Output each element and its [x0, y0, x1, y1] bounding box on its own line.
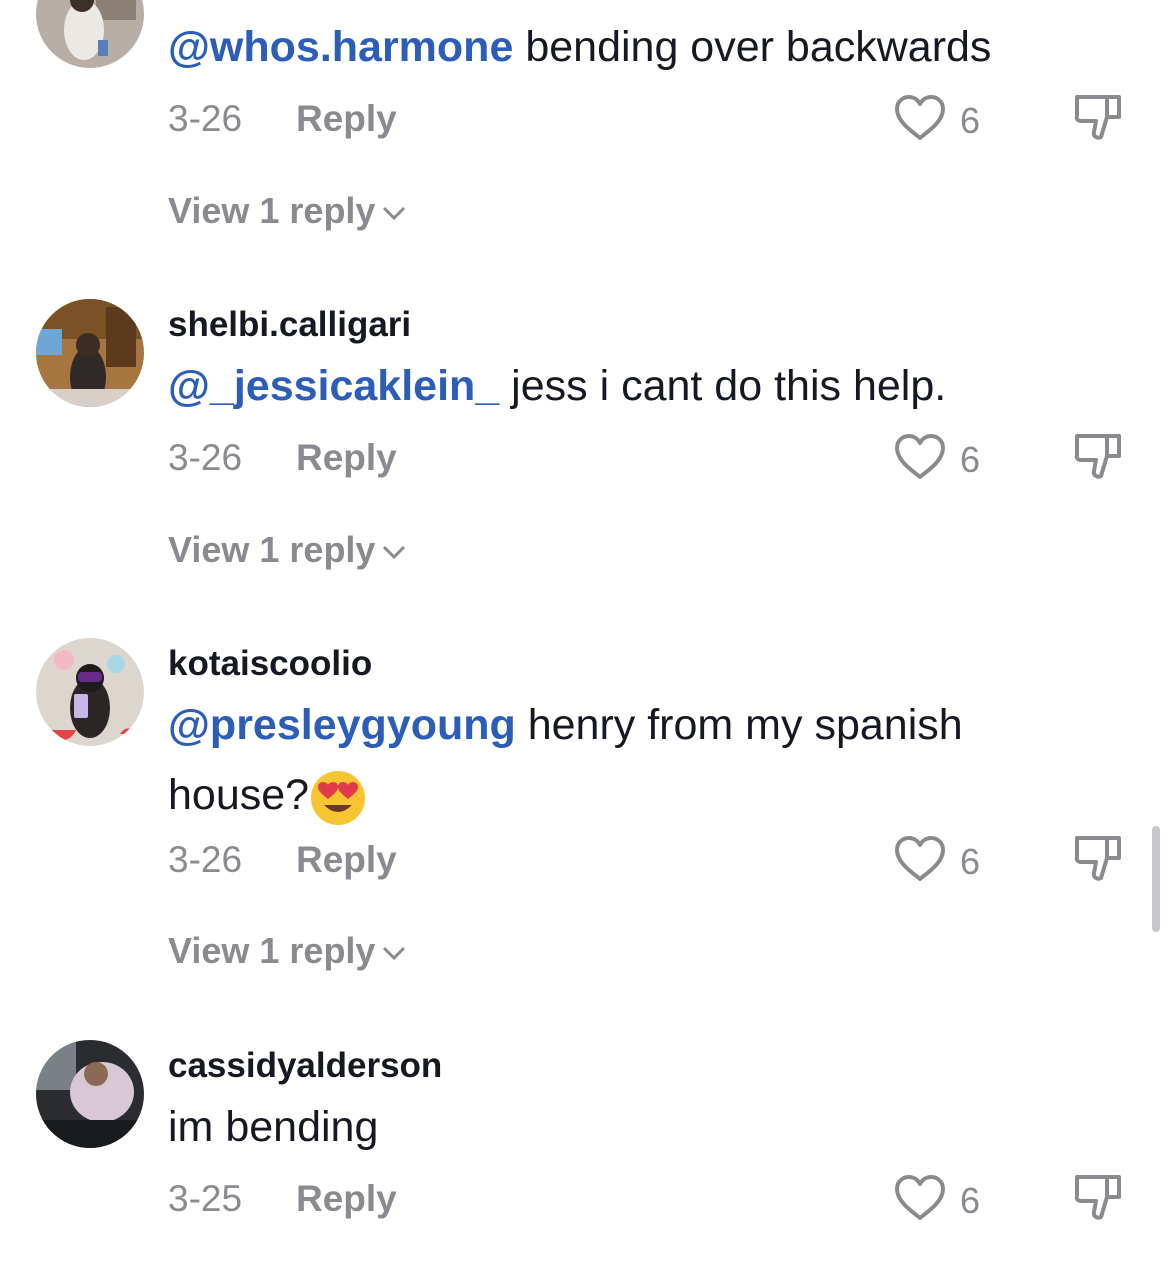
- view-replies-button[interactable]: View 1 reply: [168, 190, 407, 232]
- comment-body: jess i cant do this help.: [499, 362, 947, 410]
- like-button[interactable]: [893, 835, 947, 883]
- comment-date: 3-26: [168, 98, 243, 139]
- thumbs-down-icon: [1074, 434, 1121, 479]
- scrollbar-thumb[interactable]: [1152, 826, 1160, 932]
- dislike-button[interactable]: [1073, 432, 1123, 482]
- chevron-down-icon: [383, 546, 406, 560]
- avatar-image: [36, 0, 144, 68]
- comment-username[interactable]: cassidyalderson: [168, 1046, 442, 1086]
- comment-username[interactable]: shelbi.calligari: [168, 305, 411, 345]
- like-count: 6: [960, 439, 981, 480]
- comment-body: bending over backwards: [513, 23, 992, 71]
- comment-username[interactable]: kotaiscoolio: [168, 644, 372, 684]
- like-button[interactable]: [893, 433, 947, 481]
- dislike-button[interactable]: [1073, 1173, 1123, 1223]
- comment-text: @_jessicaklein_ jess i cant do this help…: [168, 351, 1048, 421]
- thumbs-down-icon: [1074, 1175, 1121, 1220]
- comment-body: im bending: [168, 1103, 379, 1151]
- comment-date: 3-26: [168, 437, 243, 478]
- reply-button[interactable]: Reply: [296, 1178, 397, 1220]
- avatar[interactable]: [36, 299, 144, 407]
- like-button[interactable]: [893, 94, 947, 142]
- avatar-image: [36, 299, 144, 407]
- reply-button[interactable]: Reply: [296, 98, 397, 140]
- avatar-image: [36, 1040, 144, 1148]
- comment-date: 3-26: [168, 839, 243, 880]
- heart-icon: [895, 95, 945, 140]
- comment-text: @presleygyoung henry from my spanish hou…: [168, 690, 1048, 830]
- view-replies-button[interactable]: View 1 reply: [168, 529, 407, 571]
- comment-text: im bending: [168, 1092, 1048, 1162]
- heart-icon: [895, 434, 945, 479]
- mention-link[interactable]: @_jessicaklein_: [168, 362, 499, 410]
- chevron-down-icon: [383, 947, 406, 961]
- view-replies-label: View 1 reply: [168, 529, 376, 570]
- avatar-image: [36, 638, 144, 746]
- reply-button[interactable]: Reply: [296, 437, 397, 479]
- avatar[interactable]: [36, 1040, 144, 1148]
- heart-icon: [895, 836, 945, 881]
- like-button[interactable]: [893, 1174, 947, 1222]
- thumbs-down-icon: [1074, 95, 1121, 140]
- view-replies-label: View 1 reply: [168, 930, 376, 971]
- heart-eyes-emoji: [309, 769, 367, 827]
- like-count: 6: [960, 1180, 981, 1221]
- mention-link[interactable]: @whos.harmone: [168, 23, 513, 71]
- avatar[interactable]: [36, 638, 144, 746]
- comment-date: 3-25: [168, 1178, 243, 1219]
- like-count: 6: [960, 841, 981, 882]
- thumbs-down-icon: [1074, 836, 1121, 881]
- view-replies-label: View 1 reply: [168, 190, 376, 231]
- chevron-down-icon: [383, 207, 406, 221]
- heart-eyes-icon: [311, 770, 366, 825]
- mention-link[interactable]: @presleygyoung: [168, 701, 516, 749]
- view-replies-button[interactable]: View 1 reply: [168, 930, 407, 972]
- reply-button[interactable]: Reply: [296, 839, 397, 881]
- like-count: 6: [960, 100, 981, 141]
- dislike-button[interactable]: [1073, 834, 1123, 884]
- avatar[interactable]: [36, 0, 144, 68]
- comment-text: @whos.harmone bending over backwards: [168, 12, 1048, 82]
- heart-icon: [895, 1175, 945, 1220]
- dislike-button[interactable]: [1073, 93, 1123, 143]
